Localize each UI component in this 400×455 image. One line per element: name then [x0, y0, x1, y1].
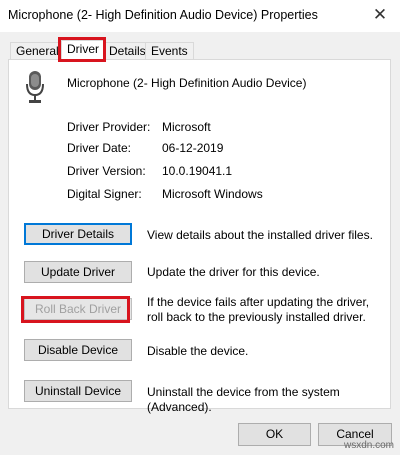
uninstall-device-button[interactable]: Uninstall Device — [24, 380, 132, 402]
update-driver-button[interactable]: Update Driver — [24, 261, 132, 283]
disable-device-description: Disable the device. — [147, 344, 249, 358]
tab-strip: General Driver Details Events — [0, 40, 400, 61]
uninstall-device-description: Uninstall the device from the system (Ad… — [147, 385, 340, 414]
microphone-icon — [26, 71, 44, 103]
driver-provider-value: Microsoft — [162, 120, 211, 134]
watermark-text: wsxdn.com — [343, 440, 394, 451]
driver-date-value: 06-12-2019 — [162, 141, 224, 155]
update-driver-description: Update the driver for this device. — [147, 265, 320, 279]
tab-driver[interactable]: Driver — [61, 40, 105, 61]
disable-device-button[interactable]: Disable Device — [24, 339, 132, 361]
driver-version-label: Driver Version: — [67, 164, 146, 178]
device-name: Microphone (2- High Definition Audio Dev… — [67, 76, 307, 90]
driver-details-description: View details about the installed driver … — [147, 228, 373, 242]
window-title: Microphone (2- High Definition Audio Dev… — [8, 8, 318, 22]
driver-details-button[interactable]: Driver Details — [24, 223, 132, 245]
driver-provider-label: Driver Provider: — [67, 120, 151, 134]
digital-signer-label: Digital Signer: — [67, 187, 142, 201]
title-bar: Microphone (2- High Definition Audio Dev… — [0, 0, 400, 32]
driver-version-value: 10.0.19041.1 — [162, 164, 233, 178]
driver-date-label: Driver Date: — [67, 141, 132, 155]
tab-events[interactable]: Events — [145, 42, 194, 60]
roll-back-driver-button[interactable]: Roll Back Driver — [24, 298, 132, 320]
roll-back-driver-description: If the device fails after updating the d… — [147, 295, 370, 324]
ok-button[interactable]: OK — [238, 423, 311, 446]
tab-general[interactable]: General — [10, 42, 65, 60]
close-icon[interactable]: ✕ — [360, 0, 400, 32]
digital-signer-value: Microsoft Windows — [162, 187, 263, 201]
